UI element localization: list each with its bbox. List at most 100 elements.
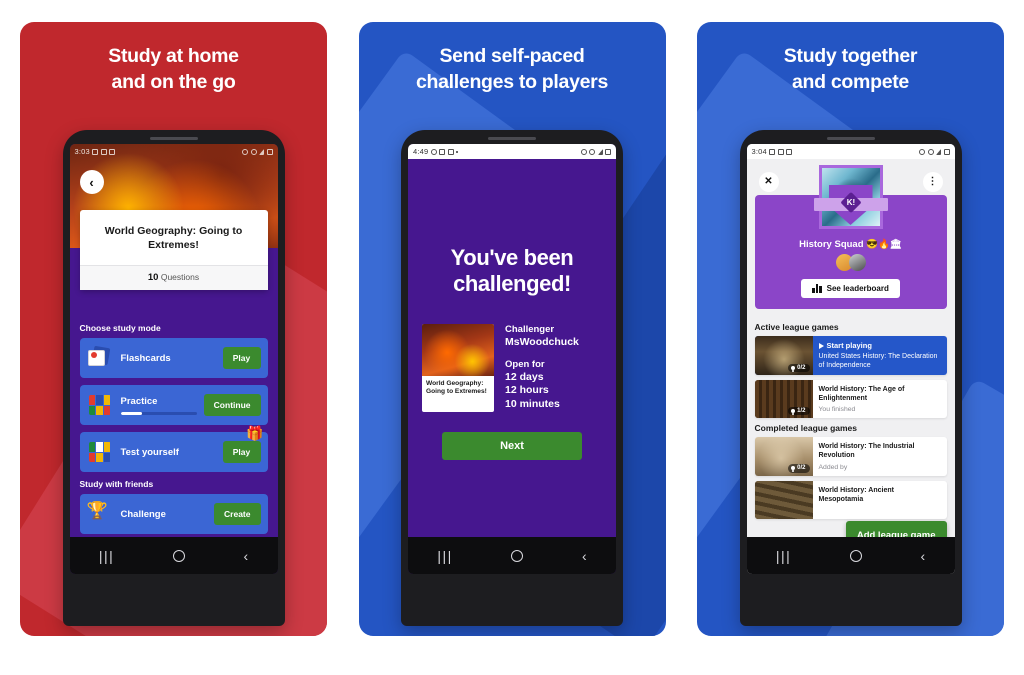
task-notification-icon xyxy=(100,148,107,155)
phone-screen: 3:04 ✕ ⋮ K! History Squad 😎🔥🏛 See leader… xyxy=(746,144,955,574)
phone-mockup: 3:04 ✕ ⋮ K! History Squad 😎🔥🏛 See leader… xyxy=(739,130,962,626)
team-name: History Squad 😎🔥🏛 xyxy=(799,239,902,250)
challenger-label: Challenger xyxy=(505,323,555,335)
challenge-details: World Geography: Going to Extremes! Chal… xyxy=(408,298,616,412)
back-nav-button[interactable]: ‹ xyxy=(920,549,925,563)
mode-row-practice[interactable]: Practice Continue xyxy=(79,385,268,425)
wifi-icon xyxy=(589,148,595,155)
mode-row-test-yourself[interactable]: Test yourself 🎁 Play xyxy=(79,426,268,472)
home-button[interactable] xyxy=(511,549,524,562)
practice-progress-bar xyxy=(120,411,197,415)
section-active-league-games: Active league games xyxy=(754,322,839,332)
game-title: World History: Ancient Mesopotamia xyxy=(818,486,894,503)
game-meta: World History: The Age of Enlightenment … xyxy=(813,380,947,418)
mode-row-flashcards[interactable]: Flashcards Play xyxy=(79,338,268,378)
panel-send-challenges: Send self-paced challenges to players 4:… xyxy=(358,22,666,636)
game-thumbnail xyxy=(754,480,813,519)
team-avatars xyxy=(763,254,939,271)
more-notifications-icon xyxy=(456,150,459,153)
person-icon xyxy=(791,409,796,414)
next-button[interactable]: Next xyxy=(442,431,582,460)
start-playing-cta[interactable]: Start playing xyxy=(818,341,941,350)
flashcards-icon xyxy=(87,345,113,370)
kahoot-badge-icon: K! xyxy=(839,191,862,214)
next-button-wrapper: Next xyxy=(408,412,616,460)
signal-icon xyxy=(936,148,941,155)
quiz-thumbnail-card: World Geography: Going to Extremes! xyxy=(422,323,494,412)
status-time: 3:03 xyxy=(74,147,90,156)
image-notification-icon xyxy=(92,148,99,155)
trophy-icon: 🏆 xyxy=(86,501,108,520)
person-icon xyxy=(791,365,796,370)
study-mode-panel: Choose study mode Flashcards Play Practi… xyxy=(70,312,278,574)
open-for-label: Open for xyxy=(505,358,545,370)
overflow-menu-icon[interactable]: ⋮ xyxy=(922,172,943,192)
mute-icon xyxy=(919,148,925,155)
recents-button[interactable]: ||| xyxy=(776,549,791,563)
treasure-chest-icon: 🎁 xyxy=(246,425,264,441)
phone-screen: 3:03 ‹ World Geography: Going to Extreme… xyxy=(69,144,278,574)
play-icon xyxy=(818,342,824,349)
phone-mockup: 4:49 You've been challenged! World Geogr… xyxy=(401,130,623,626)
quiz-question-count: 10 Questions xyxy=(79,265,268,291)
game-title: United States History: The Declaration o… xyxy=(818,353,938,370)
game-thumbnail: 0/2 xyxy=(754,336,813,376)
player-count-badge: 0/2 xyxy=(788,363,810,373)
back-nav-button[interactable]: ‹ xyxy=(582,549,587,563)
mode-row-challenge[interactable]: 🏆 Challenge Create xyxy=(79,494,268,534)
open-days: 12 days xyxy=(505,370,544,383)
challenged-headline: You've been challenged! xyxy=(450,245,574,297)
league-games-list: Active league games 0/2 Start playing Un… xyxy=(747,309,955,519)
game-meta: Start playing United States History: The… xyxy=(813,336,947,375)
panel-study-at-home: Study at home and on the go 3:03 ‹ World… xyxy=(20,22,327,636)
see-leaderboard-button[interactable]: See leaderboard xyxy=(801,279,900,298)
app-store-screenshot-gallery: Study at home and on the go 3:03 ‹ World… xyxy=(0,0,1024,675)
status-time: 4:49 xyxy=(413,147,429,156)
wifi-icon xyxy=(927,148,934,155)
league-game-card[interactable]: 0/2 World History: The Industrial Revolu… xyxy=(754,437,947,476)
android-nav-bar: ||| ‹ xyxy=(746,537,955,574)
image-notification-icon xyxy=(769,148,776,155)
status-bar: 3:03 xyxy=(70,144,278,159)
game-meta: World History: The Industrial Revolution… xyxy=(813,437,947,475)
open-minutes: 10 minutes xyxy=(505,398,560,411)
phone-speaker xyxy=(149,137,198,140)
person-icon xyxy=(791,466,796,471)
quiz-title-card: World Geography: Going to Extremes! 10 Q… xyxy=(79,210,268,291)
challenge-create-button[interactable]: Create xyxy=(214,503,261,525)
phone-screen: 4:49 You've been challenged! World Geogr… xyxy=(408,144,616,574)
android-nav-bar: ||| ‹ xyxy=(69,537,278,574)
alarm-icon xyxy=(430,148,437,155)
mode-label: Challenge xyxy=(120,508,166,520)
phone-mockup: 3:03 ‹ World Geography: Going to Extreme… xyxy=(62,130,285,626)
home-button[interactable] xyxy=(172,549,185,562)
section-completed-league-games: Completed league games xyxy=(754,423,858,434)
close-icon[interactable]: ✕ xyxy=(758,172,779,192)
battery-icon xyxy=(605,148,611,155)
mode-label: Test yourself xyxy=(120,446,179,458)
quiz-title: World Geography: Going to Extremes! xyxy=(104,225,243,252)
practice-continue-button[interactable]: Continue xyxy=(203,394,261,416)
player-count-badge: 1/2 xyxy=(788,406,810,416)
game-title: World History: The Age of Enlightenment xyxy=(818,386,905,403)
back-nav-button[interactable]: ‹ xyxy=(243,549,248,563)
section-choose-study-mode: Choose study mode xyxy=(79,323,161,333)
recents-button[interactable]: ||| xyxy=(99,549,114,563)
wifi-icon xyxy=(250,148,257,155)
game-status: You finished xyxy=(818,406,856,414)
back-button[interactable]: ‹ xyxy=(79,170,104,194)
recents-button[interactable]: ||| xyxy=(437,549,452,563)
home-button[interactable] xyxy=(849,549,862,562)
flashcards-play-button[interactable]: Play xyxy=(222,347,261,369)
game-thumbnail: 0/2 xyxy=(754,437,813,476)
avatar xyxy=(848,254,866,271)
league-game-card[interactable]: 0/2 Start playing United States History:… xyxy=(754,336,947,376)
test-yourself-play-button[interactable]: Play xyxy=(222,441,261,463)
phone-speaker xyxy=(488,137,536,140)
phone-speaker xyxy=(826,137,875,140)
quiz-thumbnail-title: World Geography: Going to Extremes! xyxy=(426,379,487,396)
challenger-name: MsWoodchuck xyxy=(505,335,579,348)
panel-study-together: Study together and compete 3:04 ✕ ⋮ K! H… xyxy=(697,22,1004,636)
league-game-card[interactable]: World History: Ancient Mesopotamia xyxy=(754,480,947,519)
league-game-card[interactable]: 1/2 World History: The Age of Enlightenm… xyxy=(754,380,947,419)
